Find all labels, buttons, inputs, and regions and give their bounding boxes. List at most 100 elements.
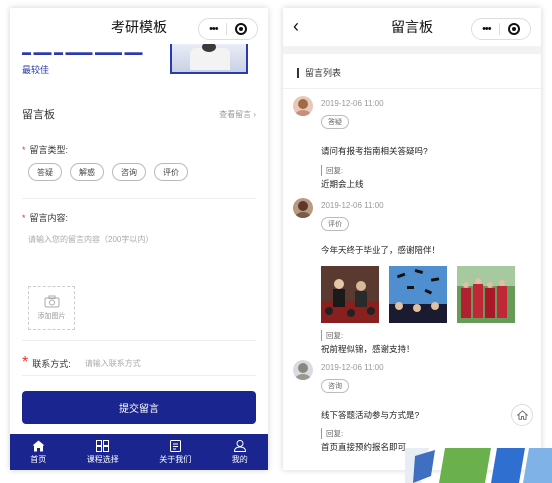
message-tag: 咨询 [321,379,349,393]
type-label: 留言类型: [29,145,69,155]
type-options: 答疑 解惑 咨询 评价 [28,163,188,181]
message-list-header: 留言列表 [297,66,341,79]
message-time: 2019-12-06 11:00 [321,201,384,210]
tab-home-label: 首页 [30,454,47,464]
submit-message-button[interactable]: 提交留言 [22,391,256,424]
view-messages-label: 查看留言 [219,109,252,119]
avatar [293,198,313,218]
tab-about[interactable]: 关于我们 [159,439,192,465]
banner-photo [170,44,248,74]
home-outline-icon [516,410,528,420]
corner-watermark-logo [405,448,552,483]
right-phone-screen: ‹ 留言板 ••• 留言列表 2019-12-06 11:00 答疑 请问有报考… [283,8,541,470]
type-option-review[interactable]: 评价 [154,163,188,181]
banner-more-link[interactable]: 最较佳 [22,63,49,76]
left-navbar: 考研模板 ••• [10,8,268,46]
divider [22,340,256,341]
stage: 考研模板 ••• ▬ ▬▬ ▬ ▬▬▬ ▬▬▬ ▬▬ 最较佳 留言板 查看留言 … [0,0,552,483]
required-asterisk: * [22,354,29,371]
right-navbar: ‹ 留言板 ••• [283,8,541,46]
divider [22,375,256,376]
type-option-qa[interactable]: 答疑 [28,163,62,181]
watermark-shape [405,448,552,483]
view-messages-link[interactable]: 查看留言 › [219,109,256,120]
content-textarea[interactable]: 请输入您的留言内容（200字以内） [28,234,153,245]
message-tag: 答疑 [321,115,349,129]
reply-text: 祝前程似锦，感谢支持！ [321,344,415,354]
message-item: 2019-12-06 11:00 咨询 线下答题活动参与方式是? 回复: 首页直… [293,360,531,460]
photo-caps-toss[interactable] [389,266,447,323]
type-option-consult[interactable]: 咨询 [112,163,146,181]
divider [22,198,256,199]
avatar-image [293,198,313,218]
banner-cut-text: ▬ ▬▬ ▬ ▬▬▬ ▬▬▬ ▬▬ [22,47,143,57]
capsule-divider [498,23,500,35]
banner-strip: ▬ ▬▬ ▬ ▬▬▬ ▬▬▬ ▬▬ 最较佳 [10,44,268,80]
grid-icon [96,439,110,452]
avatar-image [293,96,313,116]
more-dots-icon[interactable]: ••• [209,23,219,35]
divider [283,88,541,89]
reply-text: 首页直接预约报名即可 [321,442,407,452]
photo-image [321,266,379,323]
photo-graduation-speech[interactable] [321,266,379,323]
section-spacer [283,46,541,54]
home-icon [32,440,45,451]
close-target-icon[interactable] [507,23,520,35]
type-label-row: * 留言类型: [22,143,68,156]
tab-about-label: 关于我们 [159,454,192,464]
more-dots-icon[interactable]: ••• [482,23,492,35]
add-image-button[interactable]: 添加图片 [28,286,75,330]
tab-courses[interactable]: 课程选择 [86,439,119,465]
message-tag: 评价 [321,217,349,231]
home-float-button[interactable] [511,404,533,426]
avatar [293,360,313,380]
avatar-image [293,360,313,380]
left-phone-screen: 考研模板 ••• ▬ ▬▬ ▬ ▬▬▬ ▬▬▬ ▬▬ 最较佳 留言板 查看留言 … [10,8,268,470]
content-label: 留言内容: [29,213,69,223]
mini-program-capsule[interactable]: ••• [471,18,531,40]
content-label-row: * 留言内容: [22,211,68,224]
contact-label: 联系方式: [32,358,71,369]
reply-label: 回复: [321,330,343,341]
message-board-header: 留言板 查看留言 › [22,106,256,122]
message-photos [321,266,515,323]
message-content: 线下答题活动参与方式是? [321,410,420,420]
reply-label: 回复: [321,165,343,176]
photo-image [457,266,515,323]
message-content: 请问有报考指南相关答疑吗? [321,146,428,156]
message-content: 今年天终于毕业了，感谢陪伴！ [321,245,441,255]
message-list-title: 留言列表 [305,68,342,78]
message-board-title: 留言板 [22,109,55,121]
left-nav-title: 考研模板 [111,19,167,35]
person-icon [233,439,246,452]
message-item: 2019-12-06 11:00 答疑 请问有报考指南相关答疑吗? 回复: 近期… [293,96,531,196]
document-icon [169,439,181,452]
contact-row: * 联系方式: 请输入联系方式 [22,354,141,372]
tab-mine-label: 我的 [231,454,248,464]
tab-mine[interactable]: 我的 [231,439,248,465]
mini-program-capsule[interactable]: ••• [198,18,258,40]
required-asterisk: * [22,213,26,223]
bottom-tab-bar: 首页 课程选择 关于我们 我的 [10,434,268,470]
message-item: 2019-12-06 11:00 评价 今年天终于毕业了，感谢陪伴！ 回复: 祝… [293,198,531,358]
message-time: 2019-12-06 11:00 [321,363,384,372]
avatar [293,96,313,116]
required-asterisk: * [22,145,26,155]
back-chevron-icon[interactable]: ‹ [293,16,299,37]
add-image-label: 添加图片 [37,313,66,320]
message-time: 2019-12-06 11:00 [321,99,384,108]
photo-graduates-group[interactable] [457,266,515,323]
chevron-right-icon: › [253,109,256,119]
title-accent-bar [297,67,299,78]
reply-text: 近期会上线 [321,179,364,189]
right-nav-title: 留言板 [391,19,433,35]
contact-input[interactable]: 请输入联系方式 [85,358,141,369]
photo-image [389,266,447,323]
capsule-divider [225,23,227,35]
type-option-resolve[interactable]: 解惑 [70,163,104,181]
tab-courses-label: 课程选择 [86,454,119,464]
reply-label: 回复: [321,428,343,439]
tab-home[interactable]: 首页 [30,440,46,465]
close-target-icon[interactable] [234,23,247,35]
